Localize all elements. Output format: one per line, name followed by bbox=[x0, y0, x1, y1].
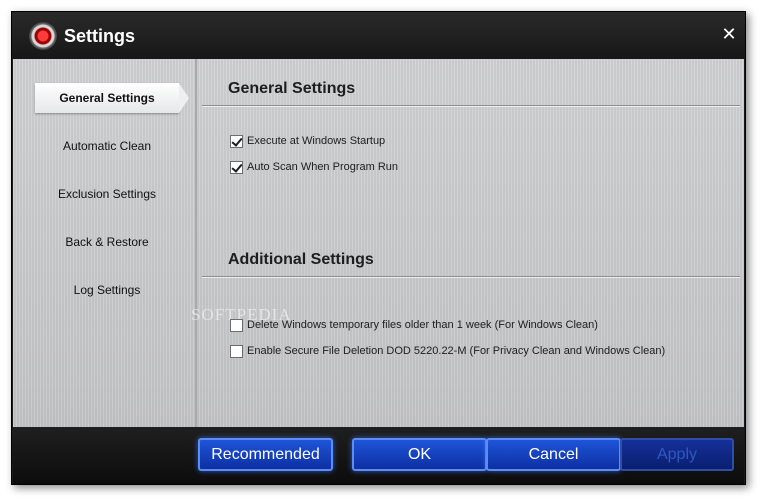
option-delete-temp-files[interactable]: Delete Windows temporary files older tha… bbox=[230, 317, 598, 333]
app-logo-icon bbox=[29, 22, 57, 50]
section-divider bbox=[202, 105, 740, 107]
apply-button[interactable]: Apply bbox=[620, 438, 734, 471]
option-label: Execute at Windows Startup bbox=[247, 135, 386, 147]
section-divider bbox=[202, 276, 740, 278]
option-secure-file-deletion[interactable]: Enable Secure File Deletion DOD 5220.22-… bbox=[230, 343, 665, 359]
ok-button[interactable]: OK bbox=[352, 438, 487, 471]
sidebar-item-back-restore[interactable]: Back & Restore bbox=[35, 227, 179, 257]
window-title: Settings bbox=[64, 26, 136, 46]
button-bar: Recommended OK Cancel Apply bbox=[13, 427, 744, 484]
sidebar: General Settings Automatic Clean Exclusi… bbox=[13, 59, 197, 427]
secure-file-deletion-checkbox[interactable] bbox=[230, 344, 243, 358]
option-auto-scan[interactable]: Auto Scan When Program Run bbox=[230, 159, 398, 175]
auto-scan-checkbox[interactable] bbox=[230, 160, 243, 174]
execute-at-startup-checkbox[interactable] bbox=[230, 134, 243, 148]
settings-content: General Settings Automatic Clean Exclusi… bbox=[13, 59, 744, 427]
close-icon[interactable]: ✕ bbox=[717, 22, 741, 46]
option-label: Enable Secure File Deletion DOD 5220.22-… bbox=[247, 345, 666, 357]
settings-window: Settings ✕ General Settings Automatic Cl… bbox=[11, 11, 746, 485]
cancel-button[interactable]: Cancel bbox=[486, 438, 621, 471]
recommended-button[interactable]: Recommended bbox=[198, 438, 333, 471]
option-label: Delete Windows temporary files older tha… bbox=[247, 319, 598, 331]
delete-temp-files-checkbox[interactable] bbox=[230, 318, 243, 332]
option-label: Auto Scan When Program Run bbox=[247, 161, 399, 173]
title-bar: Settings ✕ bbox=[12, 12, 745, 59]
sidebar-item-general-settings[interactable]: General Settings bbox=[35, 83, 189, 113]
additional-settings-heading: Additional Settings bbox=[228, 251, 374, 268]
option-execute-at-startup[interactable]: Execute at Windows Startup bbox=[230, 133, 385, 149]
general-settings-heading: General Settings bbox=[228, 80, 356, 97]
sidebar-item-exclusion-settings[interactable]: Exclusion Settings bbox=[35, 179, 179, 209]
sidebar-item-log-settings[interactable]: Log Settings bbox=[35, 275, 179, 305]
sidebar-item-automatic-clean[interactable]: Automatic Clean bbox=[35, 131, 179, 161]
